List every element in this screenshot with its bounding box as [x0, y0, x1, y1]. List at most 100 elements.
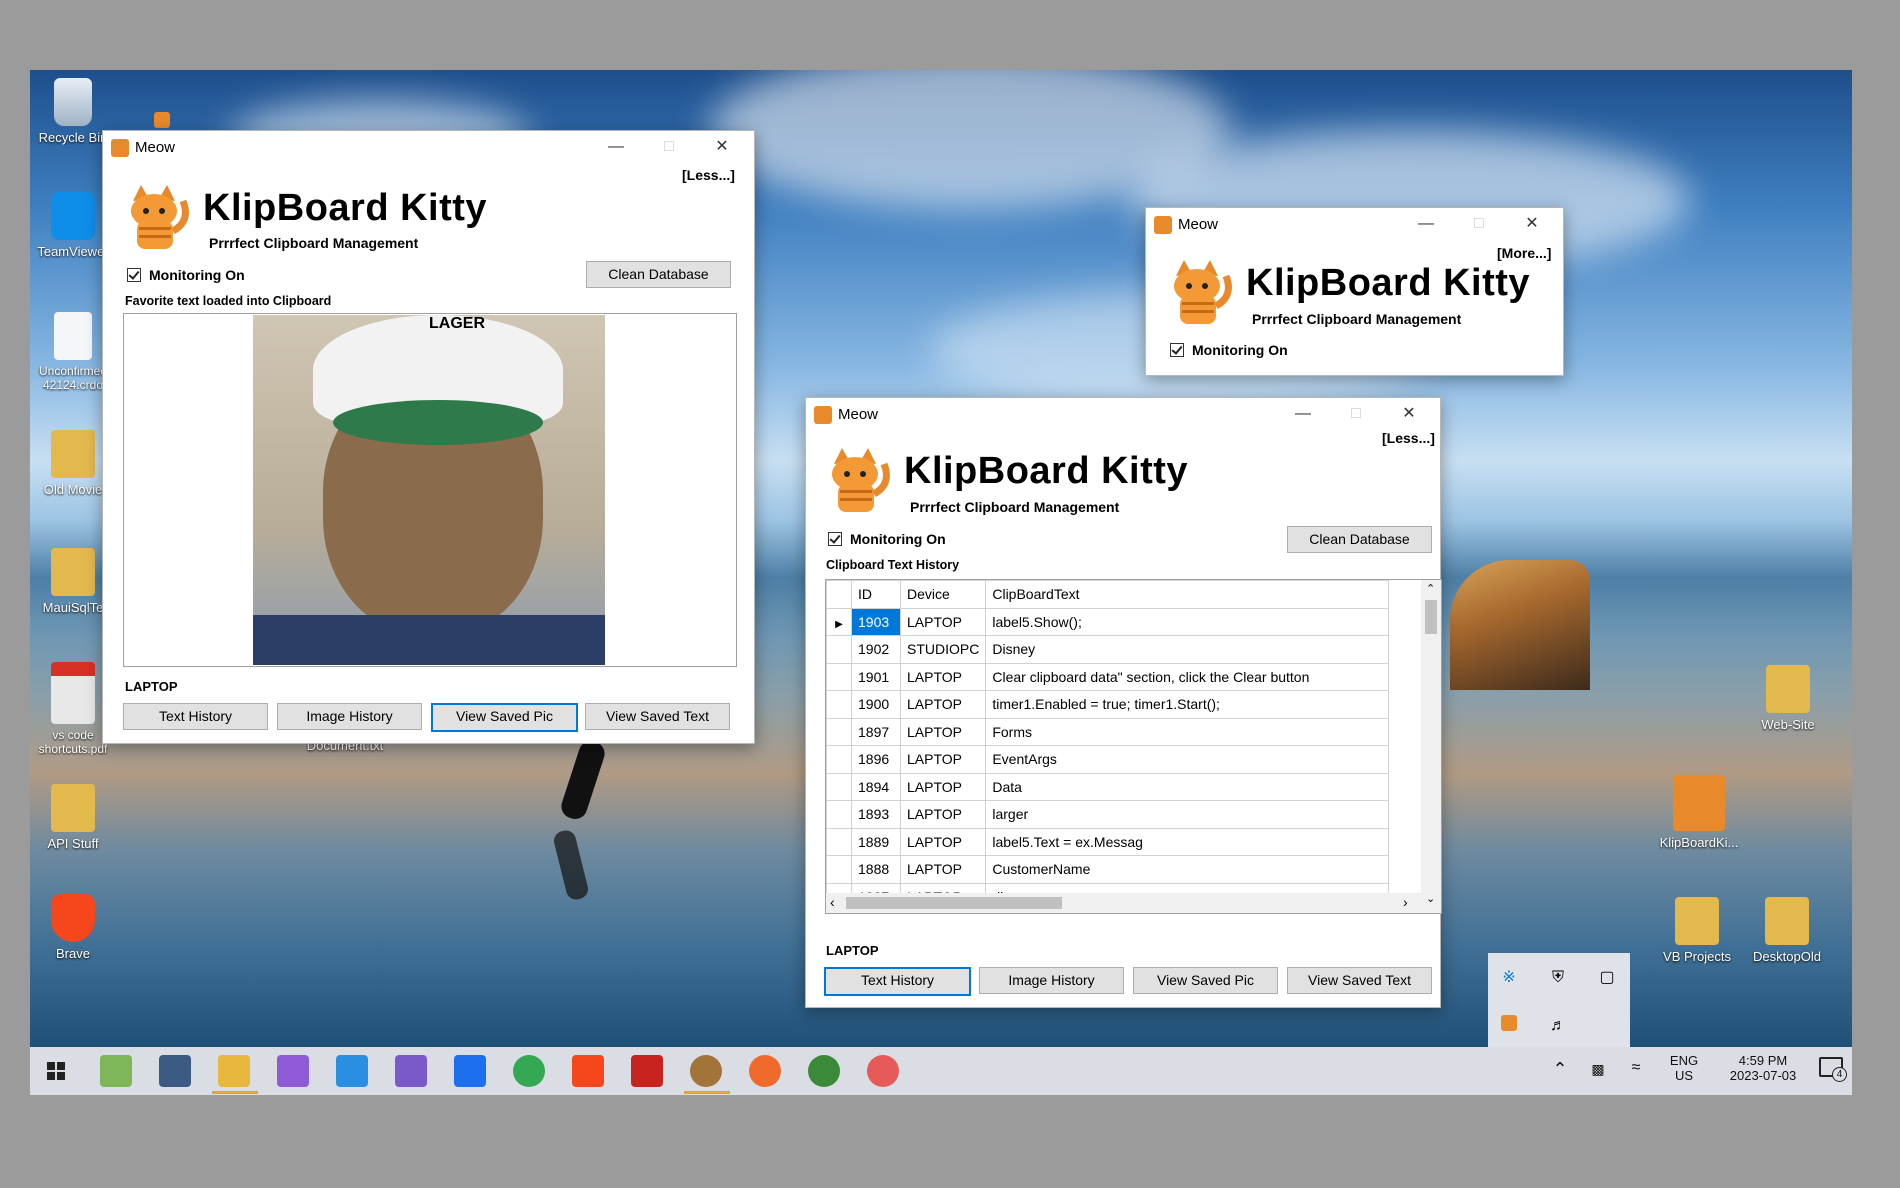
row-header[interactable]	[826, 717, 852, 746]
pen-icon[interactable]	[749, 1055, 781, 1087]
app-icon-2[interactable]	[159, 1055, 191, 1087]
bluetooth-icon[interactable]: ※	[1498, 967, 1520, 989]
cell-text[interactable]: label5.Show();	[985, 607, 1390, 636]
filezilla-icon[interactable]	[631, 1055, 663, 1087]
row-header[interactable]	[826, 690, 852, 719]
cell-device[interactable]: LAPTOP	[899, 717, 987, 746]
cell-device[interactable]: LAPTOP	[899, 690, 987, 719]
chevron-left-icon[interactable]: ‹	[830, 894, 835, 910]
table-row[interactable]: 1897 LAPTOP Forms	[826, 717, 1390, 746]
cell-id[interactable]: 1901	[851, 662, 901, 691]
view-saved-text-button[interactable]: View Saved Text	[585, 703, 730, 730]
desktop-icon-klipboardkitty[interactable]: KlipBoardKi...	[1654, 775, 1744, 850]
monitoring-checkbox[interactable]: Monitoring On	[1170, 342, 1288, 358]
cell-text[interactable]: EventArgs	[985, 745, 1390, 774]
cell-text[interactable]: Forms	[985, 717, 1390, 746]
clock[interactable]: 4:59 PM 2023-07-03	[1708, 1053, 1818, 1083]
table-row[interactable]: 1893 LAPTOP larger	[826, 800, 1390, 829]
chevron-up-icon[interactable]: ⌃	[1548, 1059, 1572, 1080]
row-header[interactable]	[826, 772, 852, 801]
file-explorer-icon[interactable]	[218, 1055, 250, 1087]
app-icon-1[interactable]	[100, 1055, 132, 1087]
view-saved-pic-button[interactable]: View Saved Pic	[1133, 967, 1278, 994]
chrome-icon[interactable]	[513, 1055, 545, 1087]
cell-device[interactable]: LAPTOP	[899, 800, 987, 829]
cell-id[interactable]: 1900	[851, 690, 901, 719]
cell-id[interactable]: 1893	[851, 800, 901, 829]
shield-icon[interactable]: ⛨	[1547, 967, 1569, 989]
text-history-button[interactable]: Text History	[824, 967, 971, 996]
more-toggle[interactable]: [More...]	[1497, 245, 1551, 261]
close-button[interactable]: ✕	[1509, 210, 1555, 238]
row-header[interactable]	[826, 745, 852, 774]
cell-text[interactable]: Clear clipboard data" section, click the…	[985, 662, 1390, 691]
scroll-thumb[interactable]	[1425, 600, 1437, 634]
cell-id[interactable]: 1903	[851, 607, 901, 636]
cell-text[interactable]: Disney	[985, 635, 1390, 664]
less-toggle[interactable]: [Less...]	[1382, 430, 1435, 446]
cell-id[interactable]: 1896	[851, 745, 901, 774]
row-header[interactable]	[826, 635, 852, 664]
cell-text[interactable]: Data	[985, 772, 1390, 801]
cell-id[interactable]: 1889	[851, 827, 901, 856]
column-header-id[interactable]: ID	[851, 580, 901, 609]
volume-icon[interactable]: ♬	[1547, 1015, 1569, 1037]
cell-id[interactable]: 1888	[851, 855, 901, 884]
vertical-scrollbar[interactable]: ⌃ ⌄	[1421, 580, 1441, 913]
table-row[interactable]: 1902 STUDIOPC Disney	[826, 635, 1390, 664]
table-row[interactable]: 1894 LAPTOP Data	[826, 772, 1390, 801]
chevron-right-icon[interactable]: ›	[1403, 894, 1408, 910]
row-header[interactable]	[826, 827, 852, 856]
current-row-arrow-icon[interactable]: ▶	[826, 607, 852, 636]
cell-device[interactable]: STUDIOPC	[899, 635, 987, 664]
teamviewer-tray-icon[interactable]: ▢	[1596, 967, 1618, 989]
view-saved-text-button[interactable]: View Saved Text	[1287, 967, 1432, 994]
cell-text[interactable]: label5.Text = ex.Messag	[985, 827, 1390, 856]
table-row[interactable]: 1901 LAPTOP Clear clipboard data" section,…	[826, 662, 1390, 691]
cell-device[interactable]: LAPTOP	[899, 827, 987, 856]
start-windows-icon[interactable]	[40, 1055, 72, 1087]
row-header[interactable]	[826, 855, 852, 884]
cell-id[interactable]: 1902	[851, 635, 901, 664]
cell-device[interactable]: LAPTOP	[899, 607, 987, 636]
desktop-icon-vb-projects[interactable]: VB Projects	[1654, 897, 1740, 964]
brave-icon[interactable]	[572, 1055, 604, 1087]
table-row[interactable]: 1889 LAPTOP label5.Text = ex.Messag	[826, 827, 1390, 856]
cell-device[interactable]: LAPTOP	[899, 662, 987, 691]
column-header-device[interactable]: Device	[899, 580, 987, 609]
row-header[interactable]	[826, 662, 852, 691]
cell-text[interactable]: larger	[985, 800, 1390, 829]
clean-database-button[interactable]: Clean Database	[586, 261, 731, 288]
close-button[interactable]: ✕	[699, 133, 745, 161]
clean-database-button[interactable]: Clean Database	[1287, 526, 1432, 553]
battery-icon[interactable]: ▩	[1586, 1061, 1610, 1078]
text-history-button[interactable]: Text History	[123, 703, 268, 730]
less-toggle[interactable]: [Less...]	[682, 167, 735, 183]
monitoring-checkbox[interactable]: Monitoring On	[828, 531, 946, 547]
vscode-icon[interactable]	[336, 1055, 368, 1087]
column-header-clipboardtext[interactable]: ClipBoardText	[985, 580, 1390, 609]
table-row[interactable]: 1896 LAPTOP EventArgs	[826, 745, 1390, 774]
cell-id[interactable]: 1894	[851, 772, 901, 801]
cell-text[interactable]: CustomerName	[985, 855, 1390, 884]
wifi-icon[interactable]: ≈	[1624, 1059, 1648, 1077]
visual-studio-icon[interactable]	[277, 1055, 309, 1087]
cell-device[interactable]: LAPTOP	[899, 772, 987, 801]
desktop-icon-api-stuff[interactable]: API Stuff	[30, 784, 116, 851]
table-row[interactable]: 1888 LAPTOP CustomerName	[826, 855, 1390, 884]
language-indicator[interactable]: ENG US	[1662, 1053, 1706, 1083]
cell-device[interactable]: LAPTOP	[899, 745, 987, 774]
dropbox-icon[interactable]	[454, 1055, 486, 1087]
monitoring-checkbox[interactable]: Monitoring On	[127, 267, 245, 283]
palette-icon[interactable]	[690, 1055, 722, 1087]
image-history-button[interactable]: Image History	[979, 967, 1124, 994]
desktop-icon-brave[interactable]: Brave	[30, 894, 116, 961]
snipping-icon[interactable]	[867, 1055, 899, 1087]
visual-studio-2-icon[interactable]	[395, 1055, 427, 1087]
notification-icon[interactable]: 4	[1816, 1057, 1847, 1083]
minimize-button[interactable]: —	[593, 133, 639, 161]
desktop-icon-web-site[interactable]: Web-Site	[1745, 665, 1831, 732]
close-button[interactable]: ✕	[1386, 400, 1432, 428]
desktop-icon-desktopold[interactable]: DesktopOld	[1744, 897, 1830, 964]
scroll-thumb[interactable]	[846, 897, 1062, 909]
